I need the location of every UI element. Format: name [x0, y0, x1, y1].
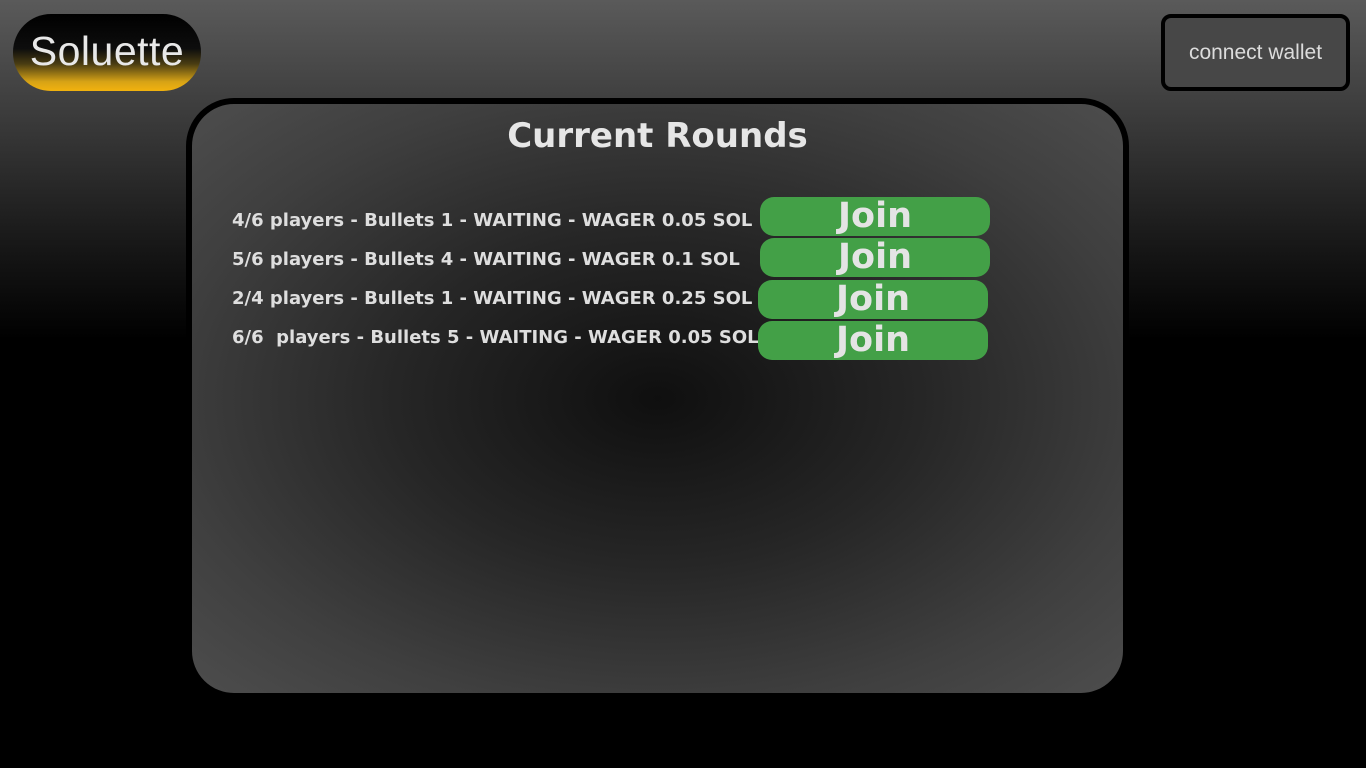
round-info: 4/6 players - Bullets 1 - WAITING - WAGE…	[232, 210, 753, 231]
app-logo[interactable]: Soluette	[13, 14, 201, 91]
round-info: 6/6 players - Bullets 5 - WAITING - WAGE…	[232, 327, 759, 348]
round-row: 4/6 players - Bullets 1 - WAITING - WAGE…	[192, 197, 1123, 240]
round-info: 2/4 players - Bullets 1 - WAITING - WAGE…	[232, 288, 753, 309]
current-rounds-panel: Current Rounds 4/6 players - Bullets 1 -…	[186, 98, 1129, 699]
join-button[interactable]: Join	[760, 238, 990, 277]
join-button[interactable]: Join	[758, 280, 988, 319]
panel-title: Current Rounds	[507, 116, 808, 156]
join-button[interactable]: Join	[758, 321, 988, 360]
round-row: 6/6 players - Bullets 5 - WAITING - WAGE…	[192, 317, 1123, 360]
round-row: 2/4 players - Bullets 1 - WAITING - WAGE…	[192, 278, 1123, 319]
join-button[interactable]: Join	[760, 197, 990, 236]
round-row: 5/6 players - Bullets 4 - WAITING - WAGE…	[192, 238, 1123, 279]
connect-wallet-button[interactable]: connect wallet	[1161, 14, 1350, 91]
round-info: 5/6 players - Bullets 4 - WAITING - WAGE…	[232, 249, 740, 270]
logo-text: Soluette	[29, 28, 185, 74]
